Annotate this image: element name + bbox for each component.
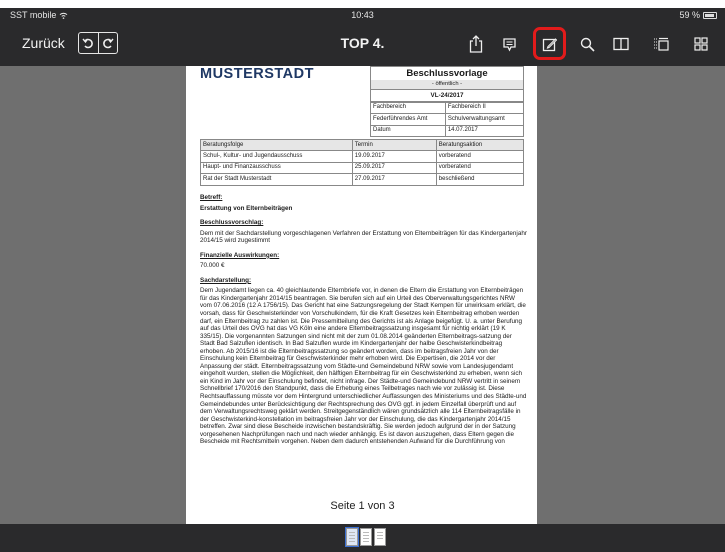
battery-icon bbox=[703, 11, 717, 19]
detail-value: 14.07.2017 bbox=[444, 124, 525, 138]
betreff-heading: Betreff: bbox=[200, 194, 223, 201]
table-cell: 27.09.2017 bbox=[351, 173, 437, 186]
page-thumbnail[interactable] bbox=[345, 527, 359, 547]
thumbnail-strip bbox=[345, 527, 386, 547]
table-row: Schul-, Kultur- und Jugendausschuss 19.0… bbox=[200, 150, 525, 163]
clock: 10:43 bbox=[351, 10, 374, 20]
detail-value: Fachbereich II bbox=[444, 101, 525, 115]
redo-icon[interactable] bbox=[97, 33, 118, 53]
beschluss-heading: Beschlussvorschlag: bbox=[200, 219, 264, 227]
table-cell: Schul-, Kultur- und Jugendausschuss bbox=[200, 150, 353, 163]
table-row: Datum 14.07.2017 bbox=[370, 124, 525, 138]
vorlage-box: Beschlussvorlage - öffentlich - VL-24/20… bbox=[370, 66, 525, 138]
share-icon[interactable] bbox=[464, 32, 488, 56]
city-logo: MUSTERSTADT bbox=[200, 66, 314, 82]
table-cell: vorberatend bbox=[435, 161, 525, 175]
column-header: Termin bbox=[351, 138, 437, 152]
status-bar: SST mobile 10:43 59 % bbox=[0, 8, 725, 22]
document-page[interactable]: MUSTERSTADT Beschlussvorlage - öffentlic… bbox=[186, 66, 537, 524]
table-cell: beschließend bbox=[435, 173, 525, 186]
page-indicator: Seite 1 von 3 bbox=[302, 494, 423, 518]
finanz-text: 70.000 € bbox=[200, 262, 225, 270]
betreff-text: Erstattung von Elternbeiträgen bbox=[200, 204, 293, 212]
navigation-bar: Zurück TOP 4. bbox=[0, 22, 725, 66]
vorlage-visibility: - öffentlich - bbox=[370, 80, 524, 91]
table-cell: vorberatend bbox=[435, 150, 525, 163]
table-row: Haupt- und Finanzausschuss 25.09.2017 vo… bbox=[200, 161, 525, 175]
battery-status: 59 % bbox=[679, 10, 717, 20]
page-thumbnail[interactable] bbox=[360, 528, 372, 546]
column-header: Beratungsfolge bbox=[200, 138, 353, 152]
undo-redo-group bbox=[78, 32, 118, 54]
top-strip bbox=[0, 0, 725, 8]
page-thumbnail[interactable] bbox=[374, 528, 386, 546]
table-cell: Rat der Stadt Musterstadt bbox=[200, 173, 353, 186]
table-cell: Haupt- und Finanzausschuss bbox=[200, 161, 353, 175]
table-row: Rat der Stadt Musterstadt 27.09.2017 bes… bbox=[200, 173, 525, 186]
grid-icon[interactable] bbox=[689, 32, 713, 56]
table-row: Federführendes Amt Schulverwaltungsamt bbox=[370, 113, 525, 126]
table-header-row: Beratungsfolge Termin Beratungsaktion bbox=[200, 138, 525, 152]
undo-icon[interactable] bbox=[79, 33, 98, 53]
thumbnail-bar bbox=[0, 524, 725, 552]
table-row: Fachbereich Fachbereich II bbox=[370, 101, 525, 115]
vorlage-details-table: Fachbereich Fachbereich II Federführendes… bbox=[370, 101, 525, 138]
edit-button-highlight bbox=[533, 27, 566, 60]
sach-heading: Sachdarstellung: bbox=[200, 276, 252, 284]
detail-label: Fachbereich bbox=[370, 101, 446, 115]
list-icon[interactable] bbox=[649, 32, 673, 56]
beschluss-text: Dem mit der Sachdarstellung vorgeschlage… bbox=[200, 229, 527, 245]
finanz-heading: Finanzielle Auswirkungen: bbox=[200, 251, 280, 259]
document-viewer[interactable]: MUSTERSTADT Beschlussvorlage - öffentlic… bbox=[0, 66, 725, 524]
vorlage-number: VL-24/2017 bbox=[370, 90, 524, 102]
back-button[interactable]: Zurück bbox=[22, 35, 65, 51]
detail-label: Datum bbox=[370, 124, 446, 138]
book-icon[interactable] bbox=[609, 32, 633, 56]
detail-label: Federführendes Amt bbox=[370, 113, 446, 126]
column-header: Beratungsaktion bbox=[435, 138, 525, 152]
sach-text: Dem Jugendamt liegen ca. 40 gleichlauten… bbox=[200, 287, 527, 446]
comment-icon[interactable] bbox=[497, 32, 521, 56]
search-icon[interactable] bbox=[575, 32, 599, 56]
beratungsfolge-table: Beratungsfolge Termin Beratungsaktion Sc… bbox=[200, 138, 525, 186]
table-cell: 19.09.2017 bbox=[351, 150, 437, 163]
document-body: Betreff: Erstattung von Elternbeiträgen … bbox=[200, 187, 528, 446]
detail-value: Schulverwaltungsamt bbox=[444, 113, 525, 126]
vorlage-title: Beschlussvorlage bbox=[370, 66, 524, 81]
table-cell: 25.09.2017 bbox=[351, 161, 437, 175]
